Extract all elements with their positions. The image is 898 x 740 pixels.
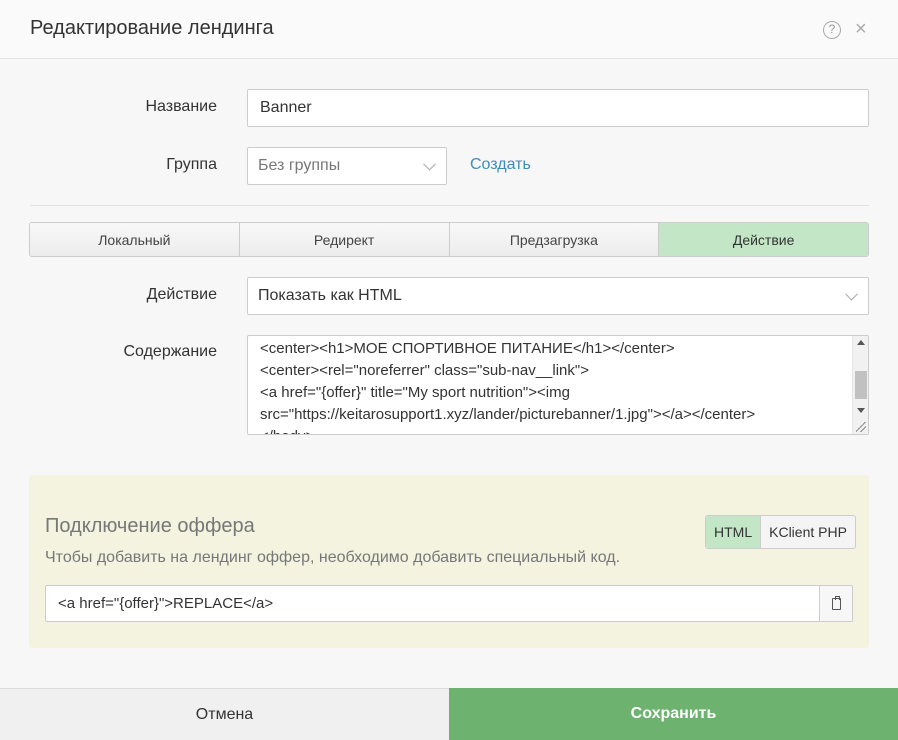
code-format-toggle: HTML KClient PHP — [705, 515, 856, 549]
close-icon[interactable]: × — [855, 17, 867, 41]
create-group-link[interactable]: Создать — [470, 156, 531, 174]
offer-panel-hint: Чтобы добавить на лендинг оффер, необход… — [45, 549, 621, 566]
modal-header: Редактирование лендинга ? × — [0, 0, 898, 59]
content-code: <center><h1>МОЕ СПОРТИВНОЕ ПИТАНИЕ</h1><… — [260, 338, 848, 434]
content-label: Содержание — [123, 343, 217, 360]
format-html-button[interactable]: HTML — [706, 516, 762, 548]
modal-footer: Отмена Сохранить — [0, 688, 898, 740]
code-line: <center><h1>МОЕ СПОРТИВНОЕ ПИТАНИЕ</h1><… — [260, 340, 675, 357]
chevron-down-icon — [423, 157, 436, 171]
action-label: Действие — [146, 286, 217, 303]
tab-local[interactable]: Локальный — [30, 223, 240, 256]
textarea-scrollbar[interactable] — [852, 336, 868, 434]
name-input[interactable]: Banner — [247, 89, 869, 127]
name-label: Название — [145, 98, 218, 115]
copy-code-button[interactable] — [819, 585, 853, 622]
section-divider — [30, 205, 869, 206]
group-select[interactable]: Без группы — [247, 147, 447, 185]
offer-connection-panel: Подключение оффера Чтобы добавить на лен… — [29, 475, 869, 648]
clipboard-icon — [831, 595, 841, 610]
tab-action[interactable]: Действие — [659, 223, 868, 256]
content-textarea[interactable]: <center><h1>МОЕ СПОРТИВНОЕ ПИТАНИЕ</h1><… — [247, 335, 869, 435]
format-kclient-button[interactable]: KClient PHP — [761, 516, 855, 548]
save-button[interactable]: Сохранить — [449, 688, 898, 740]
cancel-button[interactable]: Отмена — [0, 688, 449, 740]
code-line: </body> — [260, 426, 848, 434]
action-select[interactable]: Показать как HTML — [247, 277, 869, 315]
scroll-down-arrow-icon[interactable] — [857, 408, 865, 413]
tab-preload[interactable]: Предзагрузка — [449, 223, 660, 256]
scroll-up-arrow-icon[interactable] — [857, 340, 865, 345]
group-select-value: Без группы — [258, 157, 341, 174]
chevron-down-icon — [845, 287, 858, 301]
resize-grip-icon[interactable] — [856, 422, 866, 432]
code-line: src="https://keitarosupport1.xyz/lander/… — [260, 406, 756, 423]
tab-redirect[interactable]: Редирект — [239, 223, 450, 256]
offer-panel-title: Подключение оффера — [45, 515, 255, 537]
question-circle-icon[interactable]: ? — [823, 21, 841, 39]
code-line: <a href="{offer}" title="My sport nutrit… — [260, 384, 570, 401]
action-select-value: Показать как HTML — [258, 287, 402, 304]
code-line: <center><rel="noreferrer" class="sub-nav… — [260, 362, 589, 379]
offer-code-field[interactable]: <a href="{offer}">REPLACE</a> — [45, 585, 820, 622]
scrollbar-thumb[interactable] — [855, 371, 867, 399]
group-label: Группа — [166, 156, 217, 173]
modal-title: Редактирование лендинга — [30, 17, 274, 39]
landing-type-tabs: Локальный Редирект Предзагрузка Действие — [29, 222, 869, 257]
